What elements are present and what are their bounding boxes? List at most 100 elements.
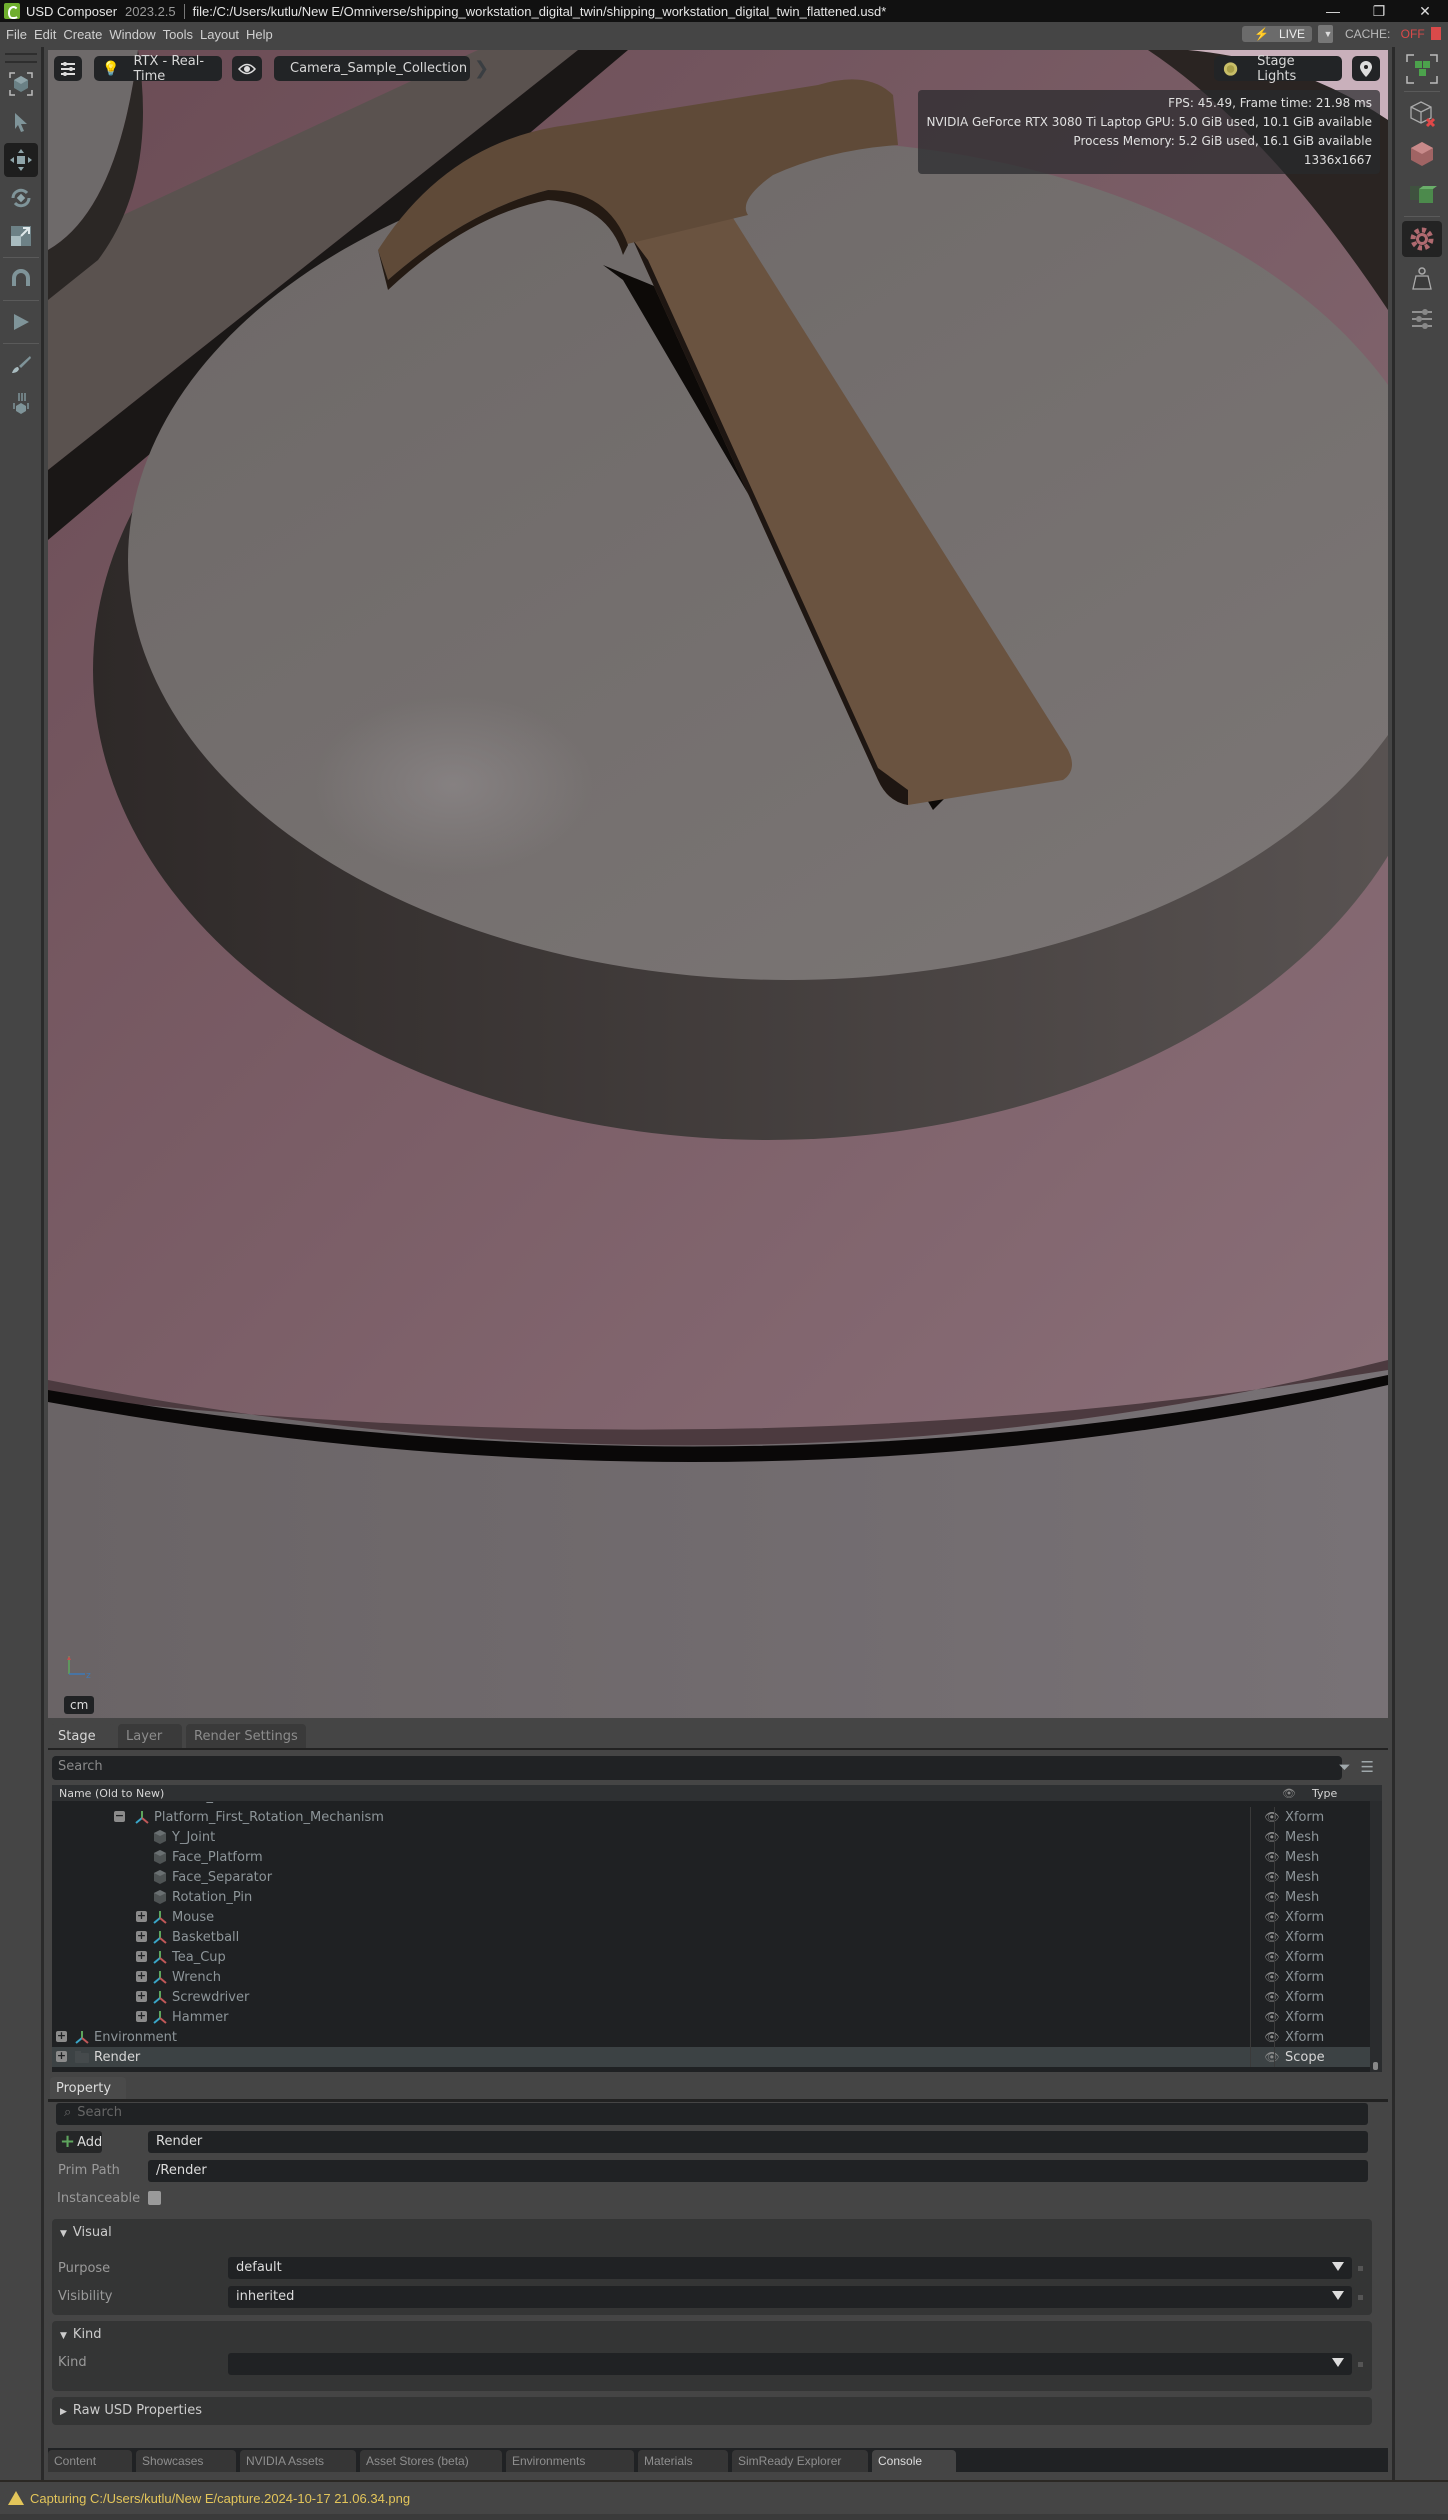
tree-scrollbar[interactable] — [1370, 1801, 1382, 2072]
settings-button[interactable] — [1401, 221, 1442, 257]
kind-section-header[interactable]: ▼ Kind — [60, 2327, 102, 2342]
expand-icon[interactable]: + — [136, 1990, 147, 2002]
visibility-eye-icon[interactable]: 👁 — [1260, 1910, 1284, 1924]
tree-row[interactable]: + Environment 👁 Xform — [52, 2027, 1382, 2047]
tab-asset-stores[interactable]: Asset Stores (beta) — [360, 2450, 502, 2472]
visibility-eye-icon[interactable]: 👁 — [1260, 1990, 1284, 2004]
close-button[interactable]: ✕ — [1402, 0, 1448, 22]
visibility-eye-icon[interactable]: 👁 — [1260, 1850, 1284, 1864]
type-column-header[interactable]: Type — [1304, 1787, 1382, 1800]
visibility-eye-icon[interactable]: 👁 — [1260, 1830, 1284, 1844]
live-button[interactable]: ⚡ LIVE — [1242, 26, 1312, 42]
stage-lights-button[interactable]: Stage Lights — [1214, 54, 1342, 84]
visibility-eye-icon[interactable]: 👁 — [1260, 1950, 1284, 1964]
tab-layer[interactable]: Layer — [118, 1724, 182, 1748]
tree-row[interactable]: + Basketball 👁 Xform — [52, 1927, 1382, 1947]
menu-help[interactable]: Help — [246, 27, 273, 42]
frame-selection-button[interactable] — [4, 67, 38, 101]
tab-materials[interactable]: Materials — [638, 2450, 728, 2472]
default-value-indicator[interactable] — [1358, 2362, 1363, 2367]
visibility-dropdown[interactable]: inherited — [228, 2286, 1352, 2308]
clear-selection-button[interactable] — [1402, 96, 1442, 132]
instanceable-checkbox[interactable] — [148, 2191, 161, 2205]
tree-row[interactable]: + Tea_Cup 👁 Xform — [52, 1947, 1382, 1967]
default-value-indicator[interactable] — [1358, 2266, 1363, 2271]
collapse-icon[interactable]: − — [114, 1810, 125, 1822]
visibility-eye-icon[interactable]: 👁 — [1260, 1810, 1284, 1824]
tab-content[interactable]: Content — [48, 2450, 132, 2472]
tree-row[interactable]: − Platform_First_Rotation_Mechanism 👁 Xform — [52, 1807, 1382, 1827]
menu-tools[interactable]: Tools — [163, 27, 193, 42]
tree-row[interactable]: + Screwdriver 👁 Xform — [52, 1987, 1382, 2007]
purpose-dropdown[interactable]: default — [228, 2257, 1352, 2279]
viewport[interactable]: 💡 RTX - Real-Time Camera_Sample_Collecti… — [48, 50, 1388, 1718]
frame-all-button[interactable] — [1402, 51, 1442, 87]
tab-render-settings[interactable]: Render Settings — [186, 1724, 306, 1748]
physics-mass-button[interactable] — [1402, 261, 1442, 297]
options-menu-icon[interactable]: ☰ — [1361, 1758, 1374, 1776]
raw-usd-section-header[interactable]: ▶ Raw USD Properties — [60, 2403, 202, 2418]
visibility-button[interactable] — [232, 56, 262, 81]
tree-row[interactable]: Face_Platform 👁 Mesh — [52, 1847, 1382, 1867]
live-dropdown-button[interactable]: ▼ — [1317, 25, 1333, 43]
visibility-eye-icon[interactable]: 👁 — [1260, 1930, 1284, 1944]
expand-icon[interactable]: + — [136, 2010, 147, 2022]
tab-showcases[interactable]: Showcases — [136, 2450, 236, 2472]
cache-status[interactable]: CACHE: OFF — [1339, 27, 1442, 41]
tree-row[interactable]: + Mouse 👁 Xform — [52, 1907, 1382, 1927]
tree-row[interactable]: + Render 👁 Scope — [52, 2047, 1382, 2067]
menu-layout[interactable]: Layout — [200, 27, 239, 42]
expand-icon[interactable]: + — [136, 1910, 147, 1922]
menu-create[interactable]: Create — [63, 27, 102, 42]
expand-toolbar-chevron-icon[interactable]: ❯ — [474, 58, 489, 79]
minimize-button[interactable]: — — [1310, 0, 1356, 22]
add-button[interactable]: + Add — [56, 2131, 102, 2153]
property-search-input[interactable]: ⌕ Search — [56, 2103, 1368, 2125]
tab-console[interactable]: Console — [872, 2450, 956, 2472]
snap-tool-button[interactable] — [4, 262, 38, 296]
renderer-button[interactable]: 💡 RTX - Real-Time — [94, 54, 222, 84]
drop-tool-button[interactable] — [4, 386, 38, 420]
prim-path-field[interactable]: /Render — [148, 2160, 1368, 2182]
visual-section-header[interactable]: ▼ Visual — [60, 2225, 112, 2240]
visibility-eye-icon[interactable]: 👁 — [1260, 1970, 1284, 1984]
menu-window[interactable]: Window — [109, 27, 155, 42]
menu-edit[interactable]: Edit — [34, 27, 56, 42]
prim-name-field[interactable]: Render — [148, 2131, 1368, 2153]
expand-icon[interactable]: + — [136, 1970, 147, 1982]
visibility-eye-icon[interactable]: 👁 — [1260, 1890, 1284, 1904]
visibility-eye-icon[interactable]: 👁 — [1260, 1870, 1284, 1884]
move-tool-button[interactable] — [3, 143, 38, 177]
menu-file[interactable]: File — [6, 27, 27, 42]
tree-row[interactable]: Face_Separator 👁 Mesh — [52, 1867, 1382, 1887]
tab-nvidia-assets[interactable]: NVIDIA Assets — [240, 2450, 356, 2472]
tab-property[interactable]: Property — [50, 2077, 126, 2099]
visibility-column-eye-icon[interactable]: 👁 — [1274, 1787, 1304, 1800]
scrollbar-thumb[interactable] — [1373, 2062, 1378, 2070]
expand-icon[interactable]: + — [56, 2030, 67, 2042]
kind-dropdown[interactable] — [228, 2353, 1352, 2375]
viewport-settings-button[interactable] — [54, 56, 82, 81]
visibility-eye-icon[interactable]: 👁 — [1260, 2010, 1284, 2024]
expand-icon[interactable]: + — [136, 1930, 147, 1942]
name-column-header[interactable]: Name (Old to New) — [59, 1787, 1274, 1800]
expand-icon[interactable]: + — [136, 1950, 147, 1962]
camera-button[interactable]: Camera_Sample_Collection — [274, 56, 470, 81]
toolbar-grip[interactable] — [4, 53, 37, 63]
tree-row[interactable]: Rotation_Pin 👁 Mesh — [52, 1887, 1382, 1907]
tree-row[interactable]: Y_Joint 👁 Mesh — [52, 1827, 1382, 1847]
default-value-indicator[interactable] — [1358, 2295, 1363, 2300]
select-tool-button[interactable] — [4, 105, 38, 139]
rotate-tool-button[interactable] — [4, 181, 38, 215]
paint-tool-button[interactable] — [4, 348, 38, 382]
adjustments-button[interactable] — [1402, 301, 1442, 337]
play-button[interactable] — [4, 305, 38, 339]
tab-environments[interactable]: Environments — [506, 2450, 634, 2472]
tree-row[interactable]: + Wrench 👁 Xform — [52, 1967, 1382, 1987]
tab-simready-explorer[interactable]: SimReady Explorer — [732, 2450, 868, 2472]
bookmarks-button[interactable] — [1352, 56, 1380, 81]
duplicate-button[interactable] — [1402, 176, 1442, 212]
restore-button[interactable]: ❐ — [1356, 0, 1402, 22]
filter-icon[interactable]: ⏷ — [1339, 1758, 1351, 1776]
tree-row[interactable]: + Hammer 👁 Xform — [52, 2007, 1382, 2027]
